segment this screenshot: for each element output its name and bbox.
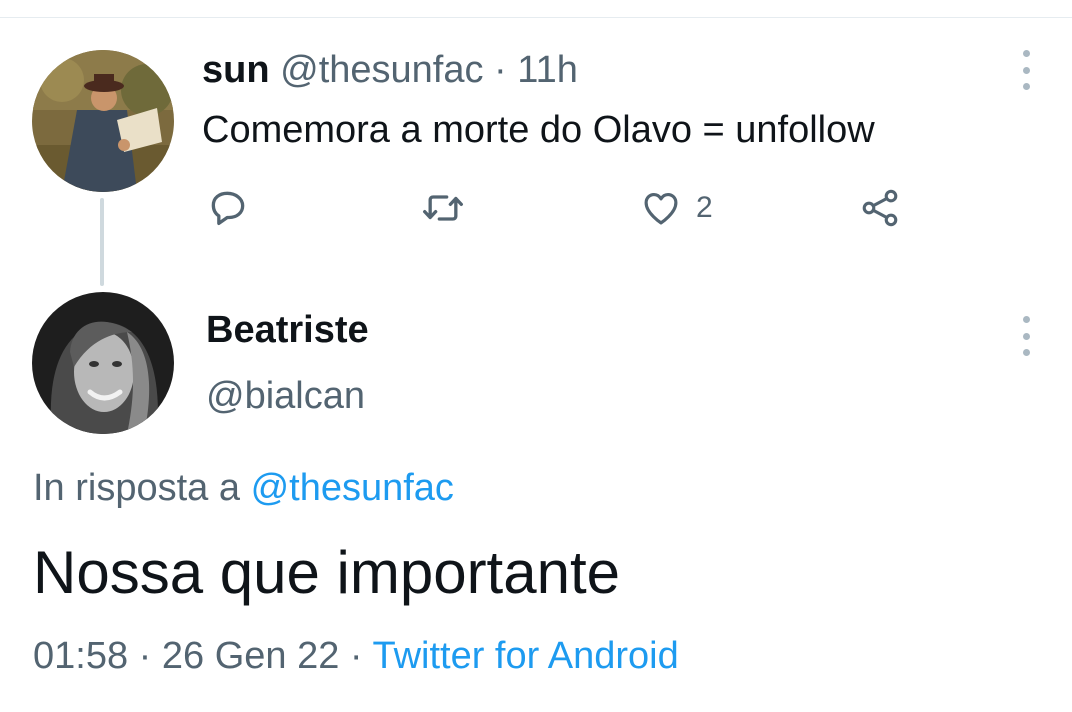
tweet-time[interactable]: 01:58: [33, 635, 128, 677]
parent-time[interactable]: 11h: [517, 49, 578, 91]
main-more-button[interactable]: [1016, 316, 1036, 356]
retweet-button[interactable]: [420, 186, 466, 230]
portrait-avatar-icon: [32, 292, 174, 434]
meta-separator: ·: [349, 635, 363, 677]
parent-tweet-header: sun @thesunfac · 11h: [202, 48, 578, 92]
client-link[interactable]: Twitter for Android: [372, 635, 678, 677]
parent-handle[interactable]: @thesunfac: [280, 49, 483, 91]
more-vertical-icon: [1022, 316, 1030, 323]
parent-avatar[interactable]: [32, 50, 174, 192]
like-button[interactable]: 2: [640, 186, 713, 230]
painting-avatar-icon: [32, 50, 174, 192]
like-count: 2: [696, 191, 713, 224]
main-tweet-text: Nossa que importante: [33, 539, 620, 606]
top-divider: [0, 17, 1072, 18]
share-button[interactable]: [858, 186, 902, 230]
parent-display-name[interactable]: sun: [202, 49, 270, 91]
reply-icon: [211, 191, 245, 226]
tweet-date[interactable]: 26 Gen 22: [162, 635, 339, 677]
parent-tweet-text: Comemora a morte do Olavo = unfollow: [202, 109, 875, 151]
reply-context: In risposta a @thesunfac: [33, 466, 454, 510]
main-display-name[interactable]: Beatriste: [206, 308, 369, 352]
main-handle[interactable]: @bialcan: [206, 374, 365, 418]
reply-button[interactable]: [206, 186, 250, 230]
thread-connector-line: [100, 198, 104, 286]
tweet-metadata: 01:58 · 26 Gen 22 · Twitter for Android: [33, 634, 679, 678]
parent-more-button[interactable]: [1016, 50, 1036, 90]
more-vertical-icon: [1022, 50, 1030, 57]
heart-icon: [644, 192, 678, 225]
retweet-icon: [423, 195, 463, 221]
header-separator: ·: [494, 49, 507, 91]
main-avatar[interactable]: [32, 292, 174, 434]
reply-prefix: In risposta a: [33, 467, 240, 509]
meta-separator: ·: [138, 635, 152, 677]
share-icon: [862, 189, 898, 227]
reply-to-link[interactable]: @thesunfac: [251, 467, 454, 509]
